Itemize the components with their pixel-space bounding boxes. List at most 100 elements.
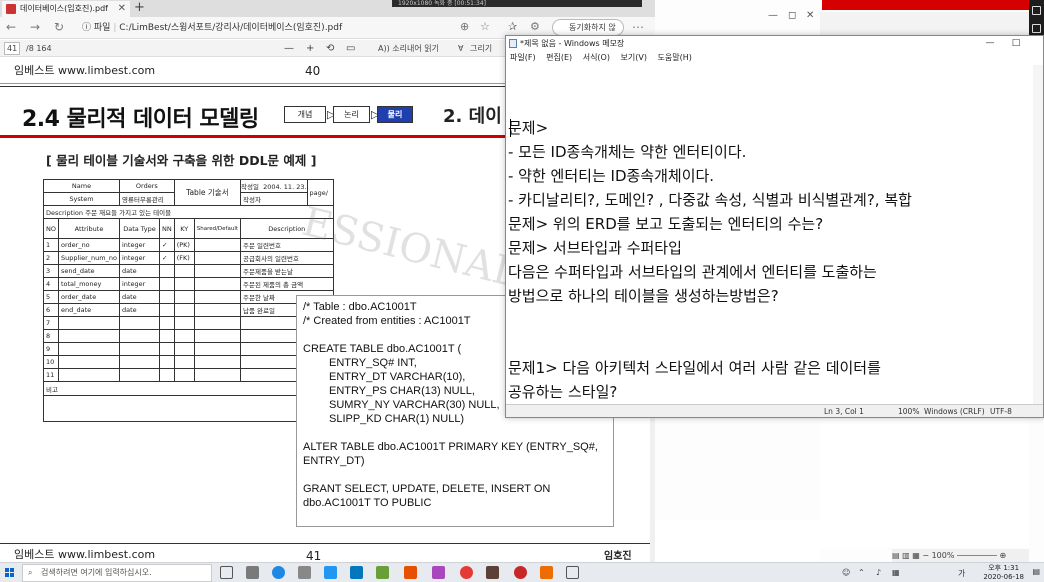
record-icon[interactable] <box>514 566 527 579</box>
start-button[interactable] <box>0 563 20 582</box>
zoom-minus-icon[interactable]: − <box>922 551 929 560</box>
menu-file[interactable]: 파일(F) <box>510 53 536 62</box>
zoom-slider[interactable] <box>956 555 997 556</box>
zoom-plus-icon[interactable]: ⊕ <box>1000 551 1007 560</box>
step-logical: 논리 <box>333 106 370 123</box>
collections-icon[interactable]: ✰ <box>508 20 517 33</box>
page-number-input[interactable]: 41 <box>4 42 21 55</box>
table-row: 4 total_money integer 주문된 제품의 총 금액 <box>43 277 334 291</box>
table-cell <box>158 316 175 330</box>
footer-divider <box>0 543 650 544</box>
recording-overlay: 1920x1080 녹화 중 [00:51:34] <box>392 0 642 7</box>
table-cell <box>57 316 120 330</box>
text-line: 공유하는 스타일? <box>508 383 618 401</box>
zoom-icon[interactable]: ⊕ <box>460 20 469 33</box>
ime-indicator[interactable]: 가 <box>958 568 965 579</box>
draw-button[interactable]: 그리기 <box>470 40 492 57</box>
status-encoding: UTF-8 <box>990 407 1012 416</box>
zoom-in-button[interactable]: + <box>306 40 314 57</box>
minimize-icon[interactable]: — <box>768 10 778 21</box>
app-icon-2[interactable] <box>298 566 311 579</box>
table-header-row: NO Attribute Data Type NN KY Shared/Default De… <box>43 218 334 239</box>
app-icon-5[interactable] <box>486 566 499 579</box>
table-row: 1 order_no integer ✓ (PK) 주문 일련번호 <box>43 238 334 252</box>
back-icon[interactable]: ← <box>6 20 16 34</box>
notepad-scrollbar[interactable] <box>1033 65 1043 404</box>
status-eol: Windows (CRLF) <box>924 407 985 416</box>
draw-icon[interactable]: ∀ <box>458 40 463 57</box>
table-cell: 공급회사의 일련번호 <box>240 251 334 265</box>
zoom-out-button[interactable]: — <box>284 40 294 57</box>
table-row: 10 <box>43 355 334 369</box>
meta-system-label: System <box>43 192 120 206</box>
more-menu-icon[interactable]: ⋯ <box>632 20 644 34</box>
table-row: 5 order_date date 주문한 날짜 <box>43 290 334 304</box>
task-view-icon[interactable] <box>220 566 233 579</box>
table-cell: 1 <box>43 238 59 252</box>
table-cell <box>118 355 160 369</box>
remark-label: 비고 <box>43 381 334 396</box>
notification-icon[interactable]: ▤ <box>1032 567 1040 576</box>
menu-format[interactable]: 서식(O) <box>583 53 610 62</box>
table-cell: 주문된 제품의 총 금액 <box>240 277 334 291</box>
read-aloud-button[interactable]: A)) 소리내어 읽기 <box>378 40 439 57</box>
taskbar-search[interactable]: ⌕ 검색하려면 여기에 입력하십시오. <box>22 564 212 582</box>
favorite-star-icon[interactable]: ☆ <box>480 20 490 33</box>
rotate-icon[interactable]: ⟲ <box>326 40 334 57</box>
url-field[interactable]: ⓘ 파일 | C:/LimBest/스윙서포트/강리사/데이터베이스(임호진).… <box>82 20 462 36</box>
page-footer-number: 41 <box>306 549 322 563</box>
maximize-button[interactable]: □ <box>1003 36 1029 51</box>
table-row: 7 <box>43 316 334 330</box>
volume-icon[interactable]: ♪ <box>876 568 881 577</box>
close-tab-icon[interactable]: ✕ <box>118 1 126 17</box>
new-tab-button[interactable]: + <box>134 0 145 16</box>
table-cell <box>158 342 175 356</box>
menu-view[interactable]: 보기(V) <box>621 53 647 62</box>
notepad-text-area[interactable]: 문제> - 모든 ID종속개체는 약한 엔터티이다. - 약한 엔터티는 ID종… <box>508 116 1033 401</box>
app-icon-1[interactable] <box>246 566 259 579</box>
pdf-app-icon[interactable] <box>540 566 553 579</box>
tray-chevron-icon[interactable]: ⌃ <box>858 568 865 577</box>
table-cell <box>57 355 120 369</box>
page-header-brand: 임베스트 www.limbest.com <box>14 64 156 77</box>
table-header-cell: Shared/Default <box>193 218 242 239</box>
table-header-cell: Data Type <box>118 218 160 239</box>
pointer-icon[interactable] <box>1032 6 1041 15</box>
minimize-button[interactable]: — <box>977 36 1003 51</box>
edge-icon[interactable] <box>272 566 285 579</box>
table-cell <box>158 355 175 369</box>
notepad-app-icon[interactable] <box>566 566 579 579</box>
clock[interactable]: 오후 1:31 2020-06-18 <box>983 564 1024 582</box>
section-heading-right: 2. 데이 <box>443 106 502 127</box>
notepad-title-bar: *제목 없음 - Windows 메모장 — □ <box>506 36 1043 51</box>
extensions-icon[interactable]: ⚙ <box>530 20 540 33</box>
refresh-icon[interactable]: ↻ <box>54 20 64 34</box>
table-cell: 6 <box>43 303 59 317</box>
view-mode-icon[interactable]: ▤ ▥ ▦ <box>892 551 920 560</box>
chrome-icon[interactable] <box>460 566 473 579</box>
profile-sync-button[interactable]: 동기화하지 않음 <box>552 19 624 47</box>
table-cell <box>118 342 160 356</box>
table-cell: 5 <box>43 290 59 304</box>
background-pane <box>655 520 820 562</box>
forward-icon[interactable]: → <box>30 20 40 34</box>
pen-icon[interactable] <box>1032 24 1041 33</box>
people-icon[interactable]: ☺ <box>842 568 850 577</box>
menu-help[interactable]: 도움말(H) <box>658 53 692 62</box>
mail-icon[interactable] <box>324 566 337 579</box>
close-icon[interactable]: ✕ <box>806 10 814 21</box>
app-icon-4[interactable] <box>432 566 445 579</box>
url-text: C:/LimBest/스윙서포트/강리사/데이터베이스(임호진).pdf <box>119 23 343 33</box>
restore-icon[interactable]: ◻ <box>788 10 796 21</box>
menu-edit[interactable]: 편집(E) <box>546 53 572 62</box>
background-title-band <box>822 0 1029 10</box>
office-icon[interactable] <box>404 566 417 579</box>
pdf-tab[interactable]: 데이터베이스(임호진).pdf ✕ <box>2 1 130 17</box>
store-icon[interactable] <box>350 566 363 579</box>
app-icon-3[interactable] <box>376 566 389 579</box>
table-cell: Supplier_num_no <box>57 251 120 265</box>
network-icon[interactable]: ▦ <box>892 568 900 577</box>
fit-page-icon[interactable]: ▭ <box>346 40 355 57</box>
